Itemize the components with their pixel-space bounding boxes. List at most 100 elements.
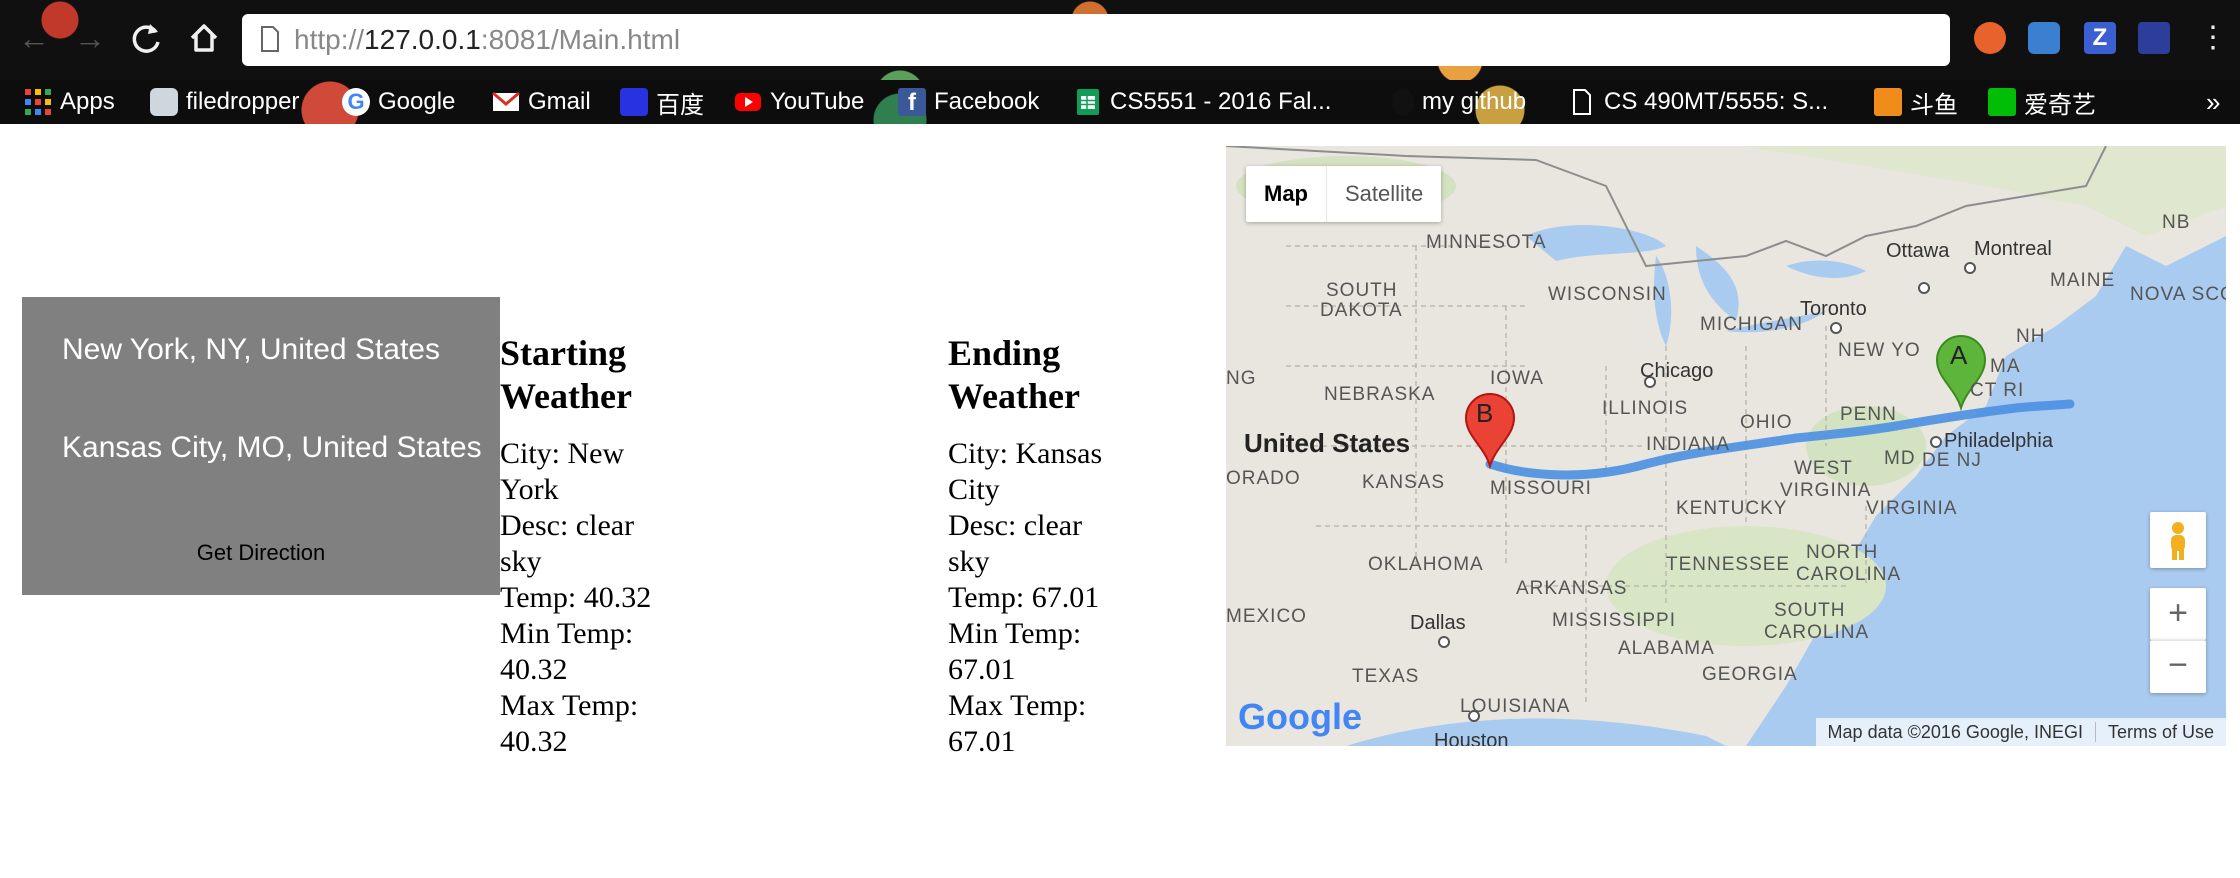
map-label-toronto: Toronto <box>1800 298 1867 320</box>
zoom-in-button[interactable]: + <box>2150 588 2206 640</box>
map-label-md: MD <box>1884 448 1916 469</box>
map-label-mexico: MEXICO <box>1226 606 1307 627</box>
gmail-icon <box>492 88 520 116</box>
bookmark-github[interactable]: my github <box>1392 80 1526 124</box>
ending-temp: Temp: 67.01 <box>948 581 1100 614</box>
bookmarks-bar: Apps filedropper G Google Gmail 百度 YouTu… <box>0 80 2240 124</box>
bookmark-label: CS 490MT/5555: S... <box>1604 88 1829 115</box>
map-label-virginia: VIRGINIA <box>1866 498 1958 519</box>
starting-max-temp: Max Temp: 40.32 <box>500 689 639 758</box>
back-icon[interactable]: ← <box>14 18 54 58</box>
bookmark-filedropper[interactable]: filedropper <box>150 80 299 124</box>
browser-menu-icon[interactable]: ⋮ <box>2198 20 2228 60</box>
github-icon <box>1392 88 1414 116</box>
home-icon[interactable] <box>184 18 224 58</box>
map-attribution: Map data ©2016 Google, INEGI Terms of Us… <box>1815 718 2226 746</box>
starting-city: City: New York <box>500 437 625 506</box>
map-label-united-states: United States <box>1244 428 1411 458</box>
bookmarks-overflow-icon[interactable]: » <box>2206 80 2220 124</box>
ending-weather-panel: Ending Weather City: Kansas City Desc: c… <box>948 332 1118 760</box>
map-label-nebraska: NEBRASKA <box>1324 384 1436 405</box>
bookmark-label: 斗鱼 <box>1910 91 1958 119</box>
map-label-georgia: GEORGIA <box>1702 664 1798 685</box>
map-label-dallas: Dallas <box>1410 612 1466 634</box>
youtube-icon <box>734 88 762 116</box>
reload-icon[interactable] <box>126 18 166 58</box>
terms-of-use-link[interactable]: Terms of Use <box>2096 722 2226 743</box>
bookmark-label: filedropper <box>186 88 300 115</box>
google-logo: Google <box>1238 696 1362 737</box>
bookmark-gmail[interactable]: Gmail <box>492 80 591 124</box>
map-label-west-virginia-2: VIRGINIA <box>1780 480 1872 501</box>
street-view-pegman-icon[interactable] <box>2150 512 2206 568</box>
bookmark-cs5551[interactable]: CS5551 - 2016 Fal... <box>1074 80 1331 124</box>
map-label-ma: MA <box>1990 356 2021 377</box>
get-direction-button[interactable]: Get Direction <box>22 533 500 573</box>
bookmark-label: Apps <box>60 88 115 115</box>
google-icon: G <box>342 88 370 116</box>
document-icon <box>1568 88 1596 116</box>
starting-min-temp: Min Temp: 40.32 <box>500 617 634 686</box>
direction-form: Get Direction <box>22 297 500 595</box>
bookmark-label: 爱奇艺 <box>2024 91 2096 119</box>
page-icon <box>261 26 279 52</box>
map-label-north-carolina-2: CAROLINA <box>1796 564 1902 585</box>
forward-icon[interactable]: → <box>70 18 110 58</box>
map-type-control: Map Satellite <box>1246 166 1442 222</box>
map-label-ohio: OHIO <box>1740 412 1793 433</box>
map-label-nb: NB <box>2162 212 2191 233</box>
map-type-satellite-button[interactable]: Satellite <box>1327 166 1441 222</box>
map-label-south-carolina: SOUTH <box>1774 600 1846 621</box>
map-data-attribution: Map data ©2016 Google, INEGI <box>1827 721 2083 742</box>
map-label-penn: PENN <box>1840 404 1897 425</box>
map-label-wisconsin: WISCONSIN <box>1548 284 1667 305</box>
bookmark-baidu[interactable]: 百度 <box>620 80 704 124</box>
map-label-nh: NH <box>2016 326 2046 347</box>
map-label-indiana: INDIANA <box>1646 434 1731 455</box>
bookmark-label: Google <box>378 88 456 115</box>
end-location-input[interactable] <box>62 425 500 471</box>
bookmark-apps[interactable]: Apps <box>24 80 115 124</box>
starting-temp: Temp: 40.32 <box>500 581 652 614</box>
map-label-south-dakota: SOUTH <box>1326 280 1398 301</box>
bookmark-label: YouTube <box>770 88 865 115</box>
start-location-input[interactable] <box>62 327 500 373</box>
bookmark-label: CS5551 - 2016 Fal... <box>1110 88 1332 115</box>
bookmark-youtube[interactable]: YouTube <box>734 80 864 124</box>
extension-z-icon[interactable]: Z <box>2084 22 2116 54</box>
extension-globe-icon[interactable] <box>2028 22 2060 54</box>
bookmark-douyu[interactable]: 斗鱼 <box>1874 80 1958 124</box>
bookmark-facebook[interactable]: f Facebook <box>898 80 1039 124</box>
bookmark-label: Gmail <box>528 88 591 115</box>
bookmark-iqiyi[interactable]: 爱奇艺 <box>1988 80 2096 124</box>
map-label-de-nj: DE NJ <box>1922 450 1982 471</box>
marker-b-label: B <box>1476 398 1495 428</box>
map-label-texas: TEXAS <box>1352 666 1420 687</box>
map-type-map-button[interactable]: Map <box>1246 166 1327 222</box>
map-label-missouri: MISSOURI <box>1490 478 1592 499</box>
map-label-south-carolina-2: CAROLINA <box>1764 622 1870 643</box>
map-label-maine: MAINE <box>2050 270 2116 291</box>
map-label-kansas: KANSAS <box>1362 472 1446 493</box>
map-label-houston: Houston <box>1434 730 1509 746</box>
map-label-alabama: ALABAMA <box>1618 638 1715 659</box>
ending-weather-heading: Ending Weather <box>948 333 1080 416</box>
extension-chart-icon[interactable] <box>2138 22 2170 54</box>
bookmark-cs490[interactable]: CS 490MT/5555: S... <box>1568 80 1828 124</box>
address-bar[interactable]: http://127.0.0.1:8081/Main.html <box>242 14 1950 66</box>
bookmark-label: 百度 <box>656 91 704 119</box>
douyu-icon <box>1874 88 1902 116</box>
zoom-out-button[interactable]: − <box>2150 640 2206 693</box>
map-label-colorado: ORADO <box>1226 468 1301 489</box>
iqiyi-icon <box>1988 88 2016 116</box>
apps-grid-icon <box>24 88 52 116</box>
baidu-icon <box>620 88 648 116</box>
map-label-minnesota: MINNESOTA <box>1426 232 1547 253</box>
extension-orange-icon[interactable] <box>1974 22 2006 54</box>
route-map[interactable]: B A Map Satellite MINNESOTA SOUTH DAKOTA… <box>1226 146 2226 746</box>
url-text: http://127.0.0.1:8081/Main.html <box>294 24 681 55</box>
starting-weather-panel: Starting Weather City: New York Desc: cl… <box>500 332 670 760</box>
map-label-north-carolina: NORTH <box>1806 542 1879 563</box>
bookmark-google[interactable]: G Google <box>342 80 455 124</box>
ending-min-temp: Min Temp: 67.01 <box>948 617 1082 686</box>
